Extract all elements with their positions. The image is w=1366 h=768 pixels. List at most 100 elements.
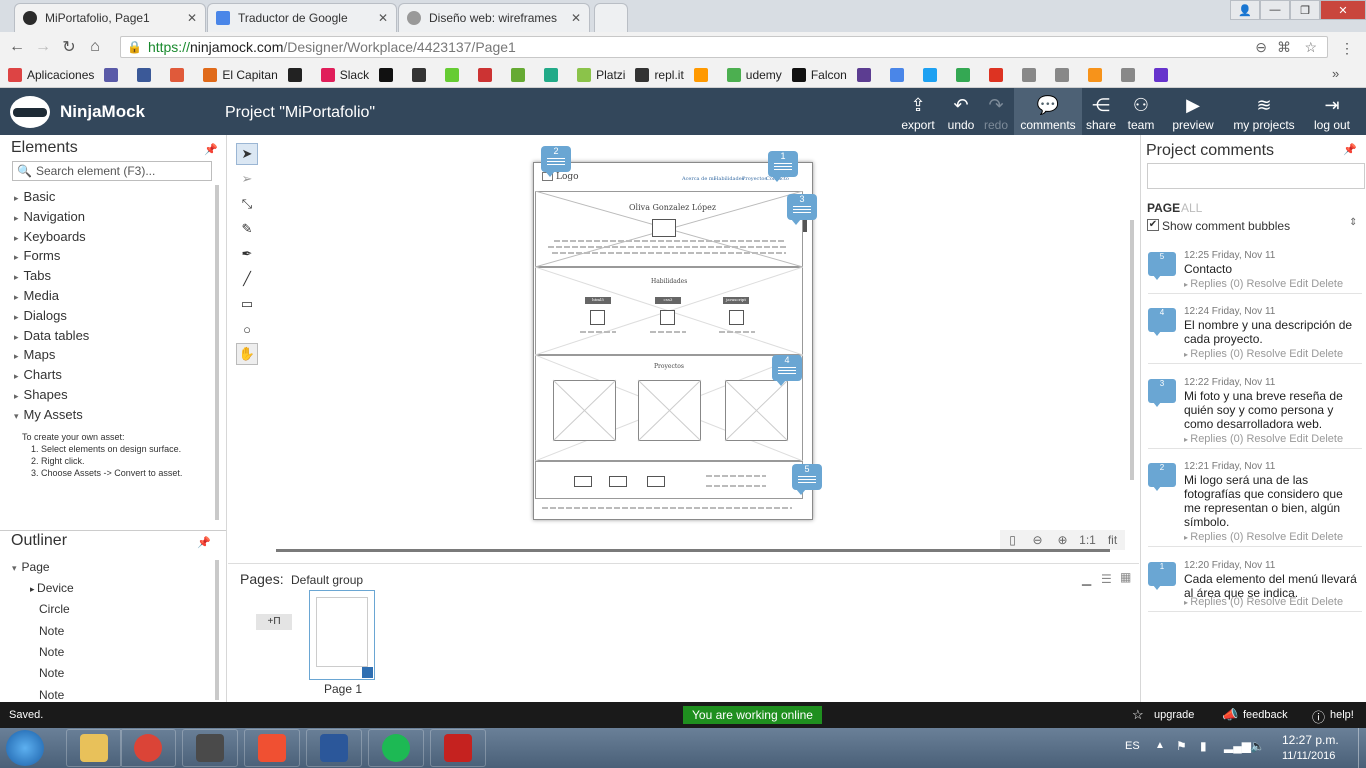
language-indicator[interactable]: ES (1125, 740, 1140, 752)
pin-icon[interactable]: 📌 (204, 143, 218, 156)
comment-item[interactable]: 5 12:25 Friday, Nov 11 Contacto ▸ Replies (… (1148, 250, 1362, 294)
comment-item[interactable]: 1 12:20 Friday, Nov 11 Cada elemento del m… (1148, 560, 1362, 612)
user-icon[interactable]: 👤 (1230, 0, 1260, 20)
home-icon[interactable]: ⌂ (82, 38, 108, 56)
bookmark-slack[interactable]: Slack (320, 67, 369, 82)
clock-date[interactable]: 11/11/2016 (1282, 750, 1335, 762)
wf-skill-tag[interactable]: css3 (655, 297, 681, 304)
close-icon[interactable]: ✕ (571, 11, 581, 25)
wf-skill-tag[interactable]: javascript (723, 297, 749, 304)
bookmark-translate[interactable] (889, 67, 909, 82)
device-frame[interactable]: Logo Acerca de mí Habilidades Proyectos … (533, 162, 813, 520)
grid-view-icon[interactable]: ▦ (1120, 570, 1131, 584)
category-media[interactable]: Media (14, 288, 59, 303)
category-my-assets[interactable]: My Assets (14, 407, 83, 422)
word-taskbar-button[interactable] (306, 729, 362, 767)
bookmark-repl-it[interactable]: repl.it (635, 67, 684, 82)
new-comment-input[interactable] (1147, 163, 1365, 189)
bookmark-github[interactable] (379, 67, 398, 82)
bookmark-udemy[interactable]: udemy (726, 67, 782, 82)
comment-bubble-4[interactable]: 4 (772, 355, 802, 386)
list-view-icon[interactable]: ☰ (1101, 572, 1112, 586)
outliner-root[interactable]: Page (12, 560, 50, 574)
comment-bubble-1[interactable]: 1 (768, 151, 798, 182)
bookmark-doc[interactable] (1054, 67, 1074, 82)
outliner-item-note[interactable]: Note (39, 666, 64, 680)
pin-icon[interactable]: 📌 (1343, 143, 1357, 156)
team-button[interactable]: ⚇ team (1122, 88, 1160, 135)
bookmark-codepen[interactable] (287, 67, 307, 82)
outliner-item-note[interactable]: Note (39, 645, 64, 659)
bookmark-play[interactable] (544, 67, 563, 82)
bookmark-facebook[interactable] (137, 67, 156, 82)
bookmark-list[interactable] (1153, 67, 1173, 82)
bookmark-w3[interactable] (445, 67, 464, 82)
comment-bubble-3[interactable]: 3 (787, 194, 817, 225)
bookmark-doc[interactable] (1021, 67, 1041, 82)
export-button[interactable]: ⇪ export (898, 88, 938, 135)
device-icon[interactable]: ▯ (1000, 530, 1025, 550)
close-icon[interactable]: ✕ (187, 11, 197, 25)
wf-nav-skills[interactable]: Habilidades (714, 176, 744, 182)
expand-icon[interactable]: ▸ (30, 584, 37, 594)
canvas-vscrollbar[interactable] (1130, 220, 1134, 480)
add-page-button[interactable]: +П (256, 614, 292, 630)
comments-button[interactable]: 💬 comments (1014, 88, 1082, 135)
zoom-out-icon[interactable]: ⊖ (1025, 530, 1050, 550)
bookmark-acrobat[interactable] (988, 67, 1008, 82)
help-link[interactable]: help! (1330, 709, 1354, 721)
comment-item[interactable]: 4 12:24 Friday, Nov 11 El nombre y una des… (1148, 306, 1362, 364)
bookmark-b[interactable] (856, 67, 876, 82)
comment-bubble-5[interactable]: 5 (792, 464, 822, 495)
tray-expand-icon[interactable]: ▲ (1155, 740, 1165, 751)
element-search-input[interactable]: 🔍 Search element (F3)... (12, 161, 212, 181)
wf-skills-title[interactable]: Habilidades (651, 278, 688, 285)
outliner-item-note[interactable]: Note (39, 624, 64, 638)
log-out-button[interactable]: ⇥ log out (1304, 88, 1360, 135)
category-keyboards[interactable]: Keyboards (14, 229, 86, 244)
zoom-in-icon[interactable]: ⊕ (1050, 530, 1075, 550)
elements-scrollbar[interactable] (215, 185, 219, 520)
pin-icon[interactable]: 📌 (197, 536, 211, 549)
filter-page[interactable]: PAGE (1147, 201, 1180, 215)
tab-diseno[interactable]: Diseño web: wireframes ✕ (398, 3, 590, 32)
pages-group[interactable]: Default group (291, 573, 363, 587)
wf-scrollbar[interactable] (803, 218, 807, 232)
flag-icon[interactable]: ⚑ (1176, 739, 1187, 753)
more-bookmarks-icon[interactable]: » (1332, 66, 1339, 81)
tab-traductor[interactable]: Traductor de Google ✕ (207, 3, 397, 32)
start-icon[interactable] (6, 730, 44, 766)
signal-icon[interactable]: ▂▄▆ (1224, 739, 1251, 753)
bookmark-coin[interactable] (1087, 67, 1107, 82)
category-charts[interactable]: Charts (14, 367, 62, 382)
close-window-icon[interactable]: ✕ (1320, 0, 1366, 20)
url-field[interactable]: 🔒 https://ninjamock.com/Designer/Workpla… (120, 36, 1328, 58)
close-icon[interactable]: ✕ (378, 11, 388, 25)
category-maps[interactable]: Maps (14, 347, 56, 362)
battery-icon[interactable]: ▮ (1200, 739, 1207, 753)
outliner-item-circle[interactable]: Circle (39, 602, 70, 616)
bookmark-book[interactable] (478, 67, 497, 82)
wf-logo[interactable]: Logo (556, 172, 579, 182)
clock-time[interactable]: 12:27 p.m. (1282, 733, 1339, 747)
translate-icon[interactable]: ⌘ (1277, 39, 1291, 56)
bookmark-platzi[interactable]: Platzi (577, 67, 625, 82)
show-bubbles-checkbox[interactable]: ✔ (1147, 219, 1159, 231)
chrome-taskbar-button[interactable] (120, 729, 176, 767)
undo-button[interactable]: ↶ undo (944, 88, 978, 135)
select-tool-icon[interactable]: ➤ (236, 143, 258, 165)
minimize-icon[interactable]: — (1260, 0, 1290, 20)
maximize-icon[interactable]: ❐ (1290, 0, 1320, 20)
category-tabs[interactable]: Tabs (14, 268, 51, 283)
ninjamock-logo[interactable]: NinjaMock (10, 96, 145, 128)
feedback-link[interactable]: feedback (1243, 709, 1288, 721)
category-shapes[interactable]: Shapes (14, 387, 68, 402)
bookmark-el-capitan[interactable]: El Capitan (203, 67, 278, 82)
comment-actions[interactable]: ▸ Replies (0) Resolve Edit Delete (1184, 531, 1343, 543)
bookmark-doc[interactable] (1120, 67, 1140, 82)
line-tool-icon[interactable]: ╱ (236, 268, 258, 290)
forward-icon[interactable]: → (30, 38, 56, 56)
redo-button[interactable]: ↷ redo (979, 88, 1013, 135)
wf-projects-title[interactable]: Proyectos (654, 363, 684, 370)
show-desktop-button[interactable] (1358, 728, 1366, 768)
